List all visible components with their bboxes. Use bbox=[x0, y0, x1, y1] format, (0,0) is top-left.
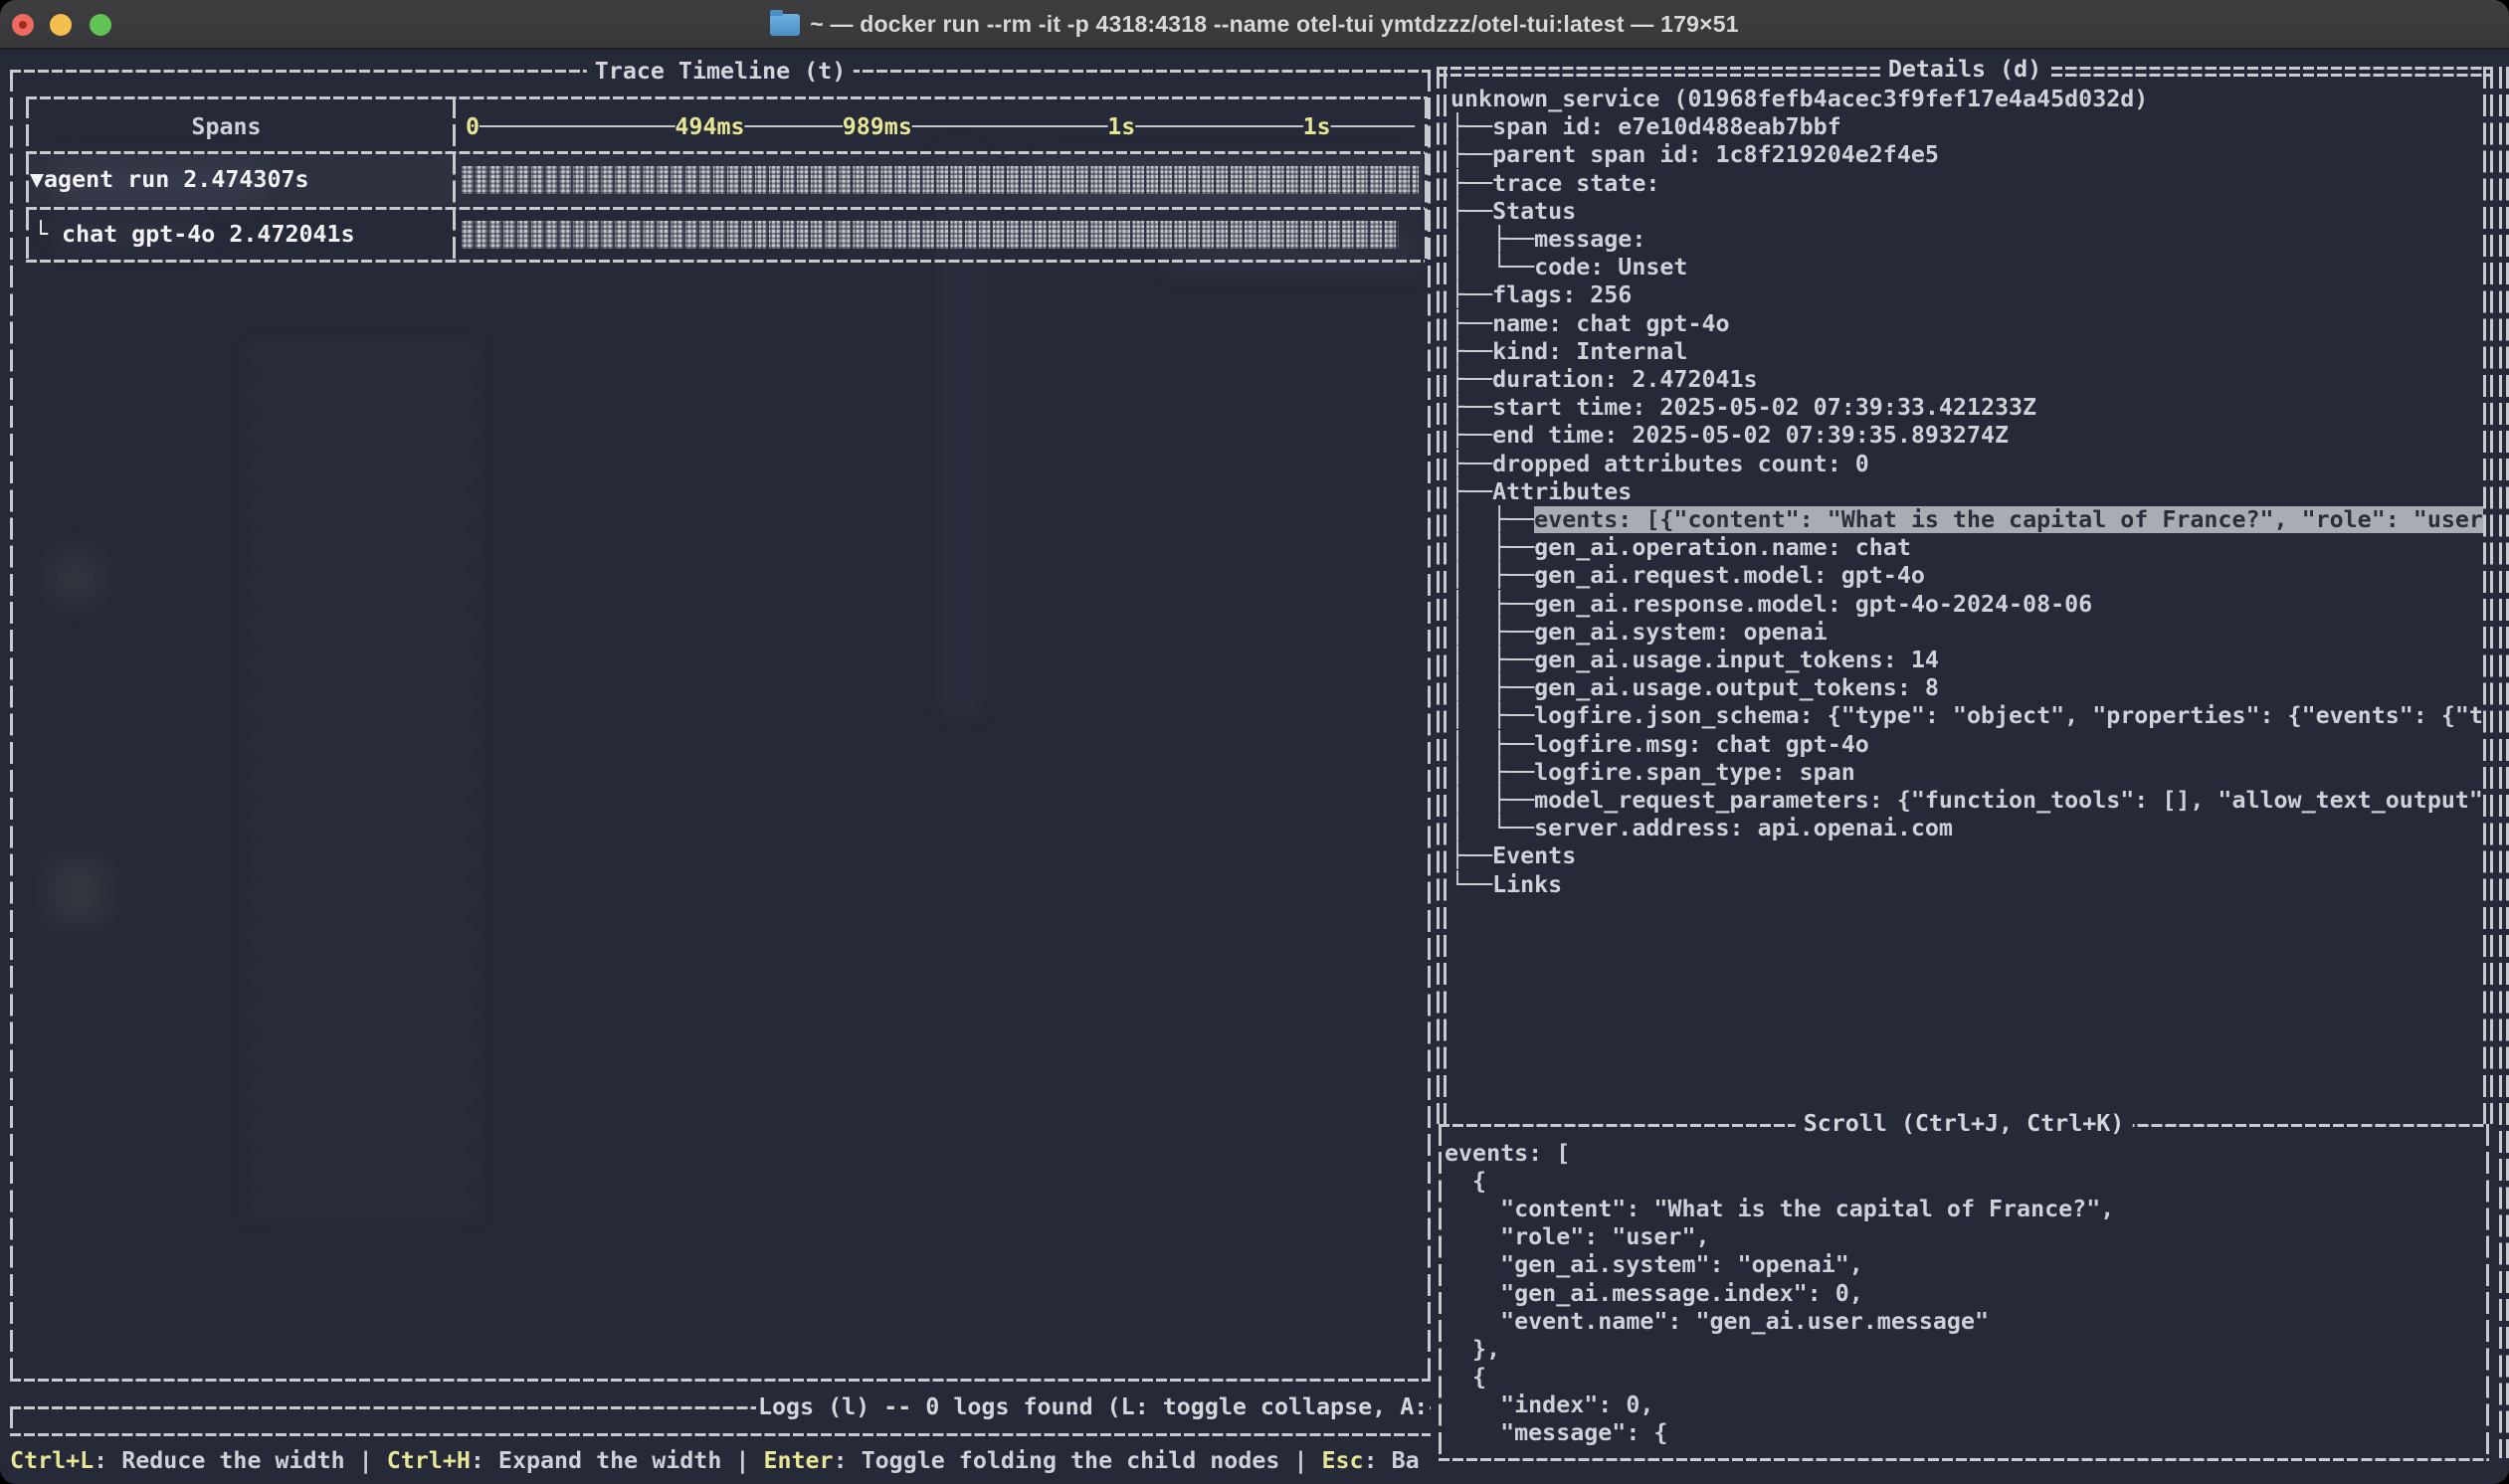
details-tree: unknown_service (01968fefb4acec3f9fef17e… bbox=[1450, 86, 2485, 1120]
details-line[interactable]: ├──trace state: bbox=[1450, 170, 1659, 198]
separator: | bbox=[359, 1447, 387, 1474]
axis-tick-label: 1s bbox=[1107, 113, 1135, 140]
details-line[interactable]: │ ├──logfire.json_schema: {"type": "obje… bbox=[1450, 702, 2483, 730]
details-line[interactable]: │ └──code: Unset bbox=[1450, 254, 1687, 281]
details-line[interactable]: ├──duration: 2.472041s bbox=[1450, 366, 1758, 394]
details-line[interactable]: │ ├──logfire.span_type: span bbox=[1450, 759, 1855, 787]
logs-panel-title: Logs (l) -- 0 logs found (L: toggle coll… bbox=[756, 1393, 1430, 1421]
scroll-json-line: }, bbox=[1445, 1336, 1500, 1364]
details-line[interactable]: ├──Status bbox=[1450, 198, 1576, 226]
details-line[interactable]: ├──span id: e7e10d488eab7bbf bbox=[1450, 113, 1841, 141]
details-line[interactable]: ├──flags: 256 bbox=[1450, 281, 1632, 309]
details-line[interactable]: ├──Events bbox=[1450, 842, 1576, 870]
scroll-json-line: "event.name": "gen_ai.user.message" bbox=[1445, 1308, 1989, 1336]
details-line[interactable]: ├──kind: Internal bbox=[1450, 338, 1687, 366]
details-line[interactable]: │ ├──gen_ai.operation.name: chat bbox=[1450, 534, 1911, 562]
scroll-json-line: "index": 0, bbox=[1445, 1391, 1653, 1419]
details-line[interactable]: │ ├──events: [{"content": "What is the c… bbox=[1450, 506, 2483, 534]
scroll-json-view[interactable]: events: [ { "content": "What is the capi… bbox=[1445, 1140, 2483, 1454]
details-line[interactable]: │ ├──gen_ai.response.model: gpt-4o-2024-… bbox=[1450, 591, 2092, 619]
scroll-json-line: "gen_ai.message.index": 0, bbox=[1445, 1280, 1863, 1308]
details-line[interactable]: ├──end time: 2025-05-02 07:39:35.893274Z bbox=[1450, 422, 2009, 450]
details-line[interactable]: ├──start time: 2025-05-02 07:39:33.42123… bbox=[1450, 394, 2036, 422]
details-line[interactable]: ├──Attributes bbox=[1450, 478, 1632, 506]
shortcut-description: : Toggle folding the child nodes bbox=[834, 1447, 1294, 1474]
axis-tick-label: 0 bbox=[466, 113, 480, 140]
axis-tick-label: 1s bbox=[1303, 113, 1331, 140]
details-line[interactable]: └──Links bbox=[1450, 871, 1562, 899]
terminal-window: ~ — docker run --rm -it -p 4318:4318 --n… bbox=[0, 0, 2509, 1484]
axis-dash: ──────────── bbox=[1135, 113, 1302, 140]
span-duration-bar[interactable] bbox=[462, 166, 1419, 194]
axis-dash: ────────────── bbox=[480, 113, 675, 140]
details-line[interactable]: │ ├──model_request_parameters: {"functio… bbox=[1450, 787, 2483, 815]
shortcut-key: Enter bbox=[763, 1447, 833, 1474]
details-line[interactable]: │ ├──message: bbox=[1450, 226, 1645, 254]
details-line[interactable]: ├──name: chat gpt-4o bbox=[1450, 310, 1730, 338]
terminal-content: Trace Timeline (t) Spans 0──────────────… bbox=[0, 50, 2509, 1484]
shortcut-key: Ctrl+H bbox=[387, 1447, 471, 1474]
details-line[interactable]: │ └──server.address: api.openai.com bbox=[1450, 815, 1953, 842]
axis-tick-label: 989ms bbox=[843, 113, 912, 140]
scroll-panel-title: Scroll (Ctrl+J, Ctrl+K) bbox=[1796, 1110, 2133, 1138]
scroll-json-line: "message": { bbox=[1445, 1419, 1667, 1447]
status-bar: Ctrl+L: Reduce the width | Ctrl+H: Expan… bbox=[10, 1447, 1420, 1475]
zoom-button[interactable] bbox=[90, 14, 111, 36]
separator: | bbox=[735, 1447, 763, 1474]
trace-timeline-title: Trace Timeline (t) bbox=[587, 58, 854, 86]
close-button[interactable] bbox=[12, 14, 34, 36]
details-line[interactable]: │ ├──gen_ai.system: openai bbox=[1450, 619, 1828, 647]
separator: | bbox=[1293, 1447, 1321, 1474]
shortcut-description: : Reduce the width bbox=[94, 1447, 359, 1474]
window-title: ~ — docker run --rm -it -p 4318:4318 --n… bbox=[810, 11, 1738, 38]
scroll-json-line: { bbox=[1445, 1364, 1486, 1391]
shortcut-description: : Expand the width bbox=[471, 1447, 736, 1474]
shortcut-key: Esc bbox=[1322, 1447, 1364, 1474]
axis-dash: ─────── bbox=[745, 113, 843, 140]
spans-column-header: Spans bbox=[0, 113, 453, 141]
span-row-label[interactable]: └ chat gpt-4o 2.472041s bbox=[34, 221, 355, 249]
details-line[interactable]: ├──dropped attributes count: 0 bbox=[1450, 451, 1869, 478]
details-line[interactable]: │ ├──logfire.msg: chat gpt-4o bbox=[1450, 731, 1869, 759]
details-line[interactable]: unknown_service (01968fefb4acec3f9fef17e… bbox=[1450, 86, 2148, 113]
axis-tick-label: 494ms bbox=[675, 113, 744, 140]
axis-dash: ────────────── bbox=[912, 113, 1107, 140]
details-line[interactable]: │ ├──gen_ai.usage.input_tokens: 14 bbox=[1450, 647, 1939, 674]
axis-dash: ────── bbox=[1331, 113, 1415, 140]
details-line[interactable]: │ ├──gen_ai.request.model: gpt-4o bbox=[1450, 562, 1925, 590]
shortcut-key: Ctrl+L bbox=[10, 1447, 94, 1474]
folder-icon bbox=[770, 14, 800, 36]
details-line[interactable]: │ ├──gen_ai.usage.output_tokens: 8 bbox=[1450, 674, 1939, 702]
scroll-json-line: "role": "user", bbox=[1445, 1223, 1710, 1251]
span-row-label[interactable]: ▼agent run 2.474307s bbox=[30, 166, 309, 194]
scroll-json-line: "gen_ai.system": "openai", bbox=[1445, 1251, 1863, 1279]
minimize-button[interactable] bbox=[50, 14, 72, 36]
window-title-row: ~ — docker run --rm -it -p 4318:4318 --n… bbox=[770, 11, 1738, 38]
shortcut-description: : Ba bbox=[1364, 1447, 1420, 1474]
details-panel-title: Details (d) bbox=[1880, 56, 2049, 84]
titlebar: ~ — docker run --rm -it -p 4318:4318 --n… bbox=[0, 0, 2509, 50]
timeline-axis: 0──────────────494ms───────989ms────────… bbox=[466, 113, 1415, 141]
scroll-json-line: { bbox=[1445, 1168, 1486, 1196]
span-duration-bar[interactable] bbox=[462, 221, 1399, 249]
scroll-json-line: "content": "What is the capital of Franc… bbox=[1445, 1196, 2114, 1223]
details-selected-line[interactable]: events: [{"content": "What is the capita… bbox=[1534, 506, 2483, 533]
details-line[interactable]: ├──parent span id: 1c8f219204e2f4e5 bbox=[1450, 141, 1939, 169]
scroll-json-line: events: [ bbox=[1445, 1140, 1570, 1168]
outer-right-border bbox=[2499, 67, 2502, 1458]
